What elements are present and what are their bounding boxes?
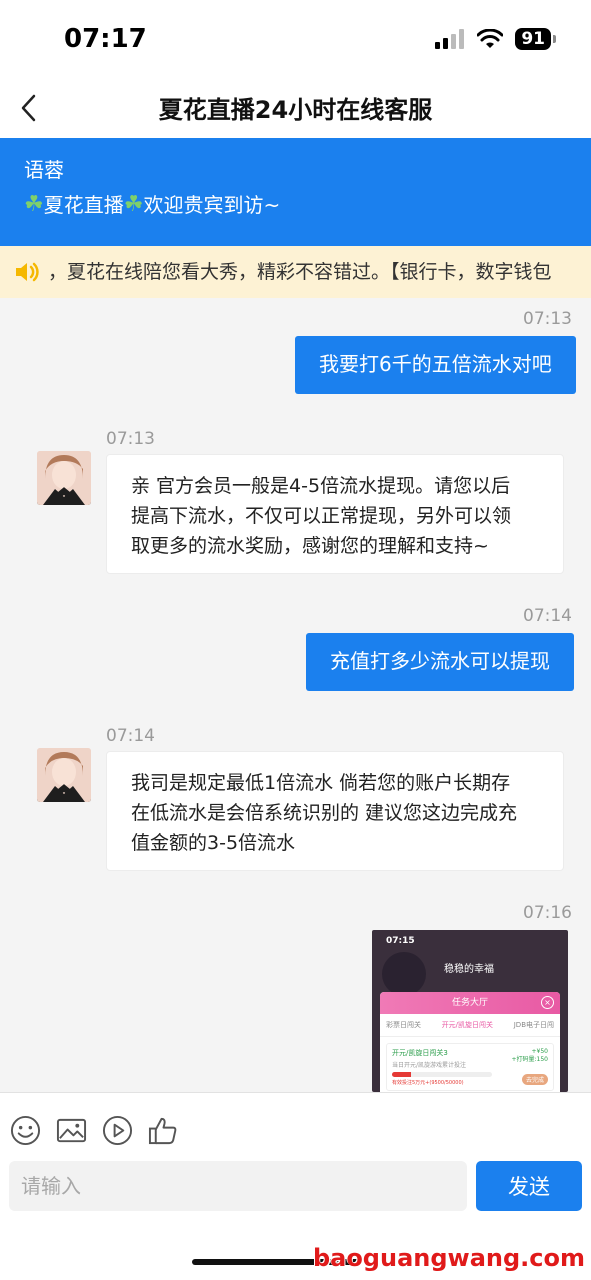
page-title: 夏花直播24小时在线客服: [158, 96, 433, 124]
image-avatar: [382, 952, 426, 996]
incoming-message[interactable]: 我司是规定最低1倍流水 倘若您的账户长期存 在低流水是会倍系统识别的 建议您这边…: [106, 751, 564, 871]
outgoing-message[interactable]: 我要打6千的五倍流水对吧: [295, 336, 576, 394]
message-time: 07:14: [106, 726, 155, 746]
message-line: 取更多的流水奖励，感谢您的理解和支持~: [131, 535, 489, 557]
image-icon[interactable]: [56, 1115, 87, 1146]
image-status-time: 07:15: [386, 936, 415, 946]
thumbs-up-icon[interactable]: [148, 1115, 179, 1146]
tool-icons: [10, 1115, 179, 1146]
image-message[interactable]: 07:15 稳稳的幸福 任务大厅 × 彩票日闯关 开元/凯旋日闯关 JDB电子日…: [372, 930, 568, 1092]
agent-welcome: ☘ 夏花直播 ☘ 欢迎贵宾到访~: [24, 188, 567, 222]
notice-text: ，夏花在线陪您看大秀，精彩不容错过。【银行卡，数字钱包: [48, 261, 552, 283]
image-reward-line: +打码量:150: [511, 1056, 548, 1063]
video-play-icon[interactable]: [102, 1115, 133, 1146]
message-input[interactable]: [9, 1161, 467, 1211]
signal-icon: [435, 29, 465, 49]
welcome-brand: 夏花直播: [43, 193, 124, 217]
message-line: 亲 官方会员一般是4-5倍流水提现。请您以后: [131, 475, 511, 497]
image-reward: +¥50 +打码量:150: [511, 1048, 548, 1064]
chat-area[interactable]: 07:13 我要打6千的五倍流水对吧 07:13 亲 官方会员一般是4-5倍流水…: [0, 298, 591, 1092]
agent-name: 语蓉: [24, 158, 64, 182]
image-username: 稳稳的幸福: [444, 964, 494, 975]
status-bar: 07:17 91: [0, 0, 591, 76]
agent-avatar: [37, 451, 91, 505]
watermark: baoguangwang.com: [312, 1244, 585, 1272]
status-time: 07:17: [64, 24, 147, 54]
message-line: 值金额的3-5倍流水: [131, 832, 296, 854]
close-icon: ×: [541, 996, 554, 1009]
send-button[interactable]: 发送: [476, 1161, 582, 1211]
image-tabs: 彩票日闯关 开元/凯旋日闯关 JDB电子日闯: [380, 1014, 560, 1037]
clover-icon: ☘: [123, 192, 144, 217]
image-tab: 彩票日闯关: [386, 1021, 421, 1029]
message-line: 在低流水是会倍系统识别的 建议您这边完成充: [131, 802, 518, 824]
agent-banner: 语蓉 ☘ 夏花直播 ☘ 欢迎贵宾到访~: [0, 138, 591, 246]
image-tab: 开元/凯旋日闯关: [441, 1021, 494, 1029]
clover-icon: ☘: [24, 192, 44, 217]
image-task-panel: 任务大厅 × 彩票日闯关 开元/凯旋日闯关 JDB电子日闯 开元/凯旋日闯关3 …: [380, 992, 560, 1092]
message-line: 提高下流水，不仅可以正常提现，另外可以领: [131, 505, 512, 527]
message-line: 我司是规定最低1倍流水 倘若您的账户长期存: [131, 772, 511, 794]
emoji-icon[interactable]: [10, 1115, 41, 1146]
message-time: 07:13: [523, 309, 572, 329]
message-time: 07:14: [523, 606, 572, 626]
notice-bar: ，夏花在线陪您看大秀，精彩不容错过。【银行卡，数字钱包: [0, 246, 591, 298]
nav-bar: 夏花直播24小时在线客服: [0, 76, 591, 138]
status-icons: 91: [435, 28, 556, 50]
image-reward-line: +¥50: [531, 1048, 548, 1055]
outgoing-message[interactable]: 充值打多少流水可以提现: [306, 633, 574, 691]
image-panel-header: 任务大厅 ×: [380, 992, 560, 1014]
wifi-icon: [477, 29, 504, 48]
message-time: 07:16: [523, 903, 572, 923]
image-task-card: 开元/凯旋日闯关3 当日开元/凯旋游戏累计投注 有效投注5万元+(9500/50…: [386, 1043, 554, 1091]
image-progress-bar: [392, 1072, 492, 1077]
welcome-suffix: 欢迎贵宾到访~: [143, 193, 281, 217]
speaker-icon: [14, 261, 40, 283]
image-progress-fill: [392, 1072, 411, 1077]
image-tab: JDB电子日闯: [513, 1021, 554, 1029]
message-time: 07:13: [106, 429, 155, 449]
image-go-button: 去完成: [521, 1074, 548, 1085]
incoming-message[interactable]: 亲 官方会员一般是4-5倍流水提现。请您以后 提高下流水，不仅可以正常提现，另外…: [106, 454, 564, 574]
image-panel-title: 任务大厅: [451, 998, 488, 1008]
agent-avatar: [37, 748, 91, 802]
battery-indicator: 91: [515, 28, 556, 50]
